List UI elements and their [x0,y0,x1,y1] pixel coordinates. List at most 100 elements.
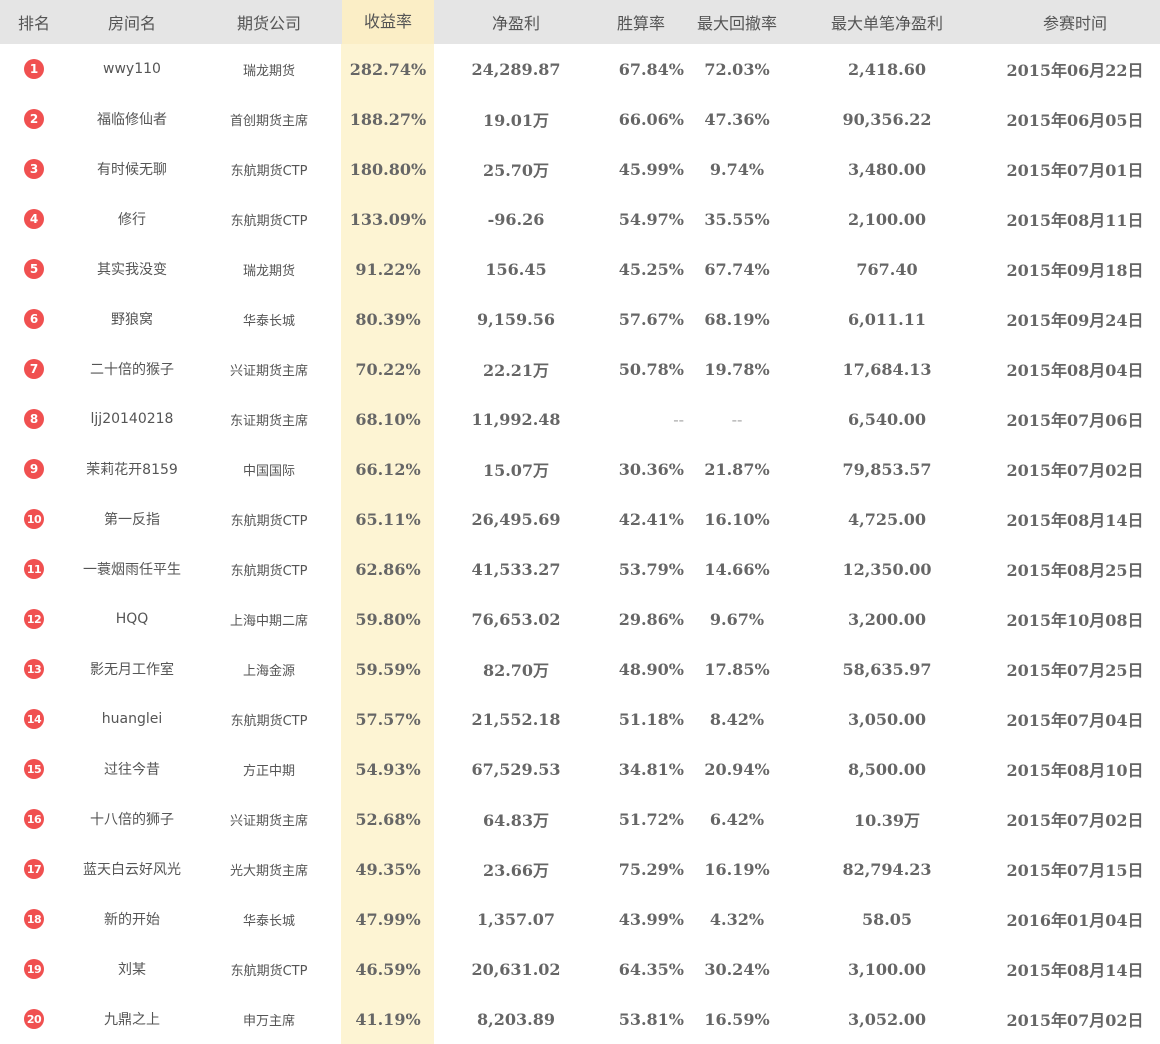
win-rate: -- [673,409,684,429]
table-row[interactable]: 10 第一反指 东航期货CTP 65.11% 26,495.69 42.41% 16.10%… [0,494,1160,544]
room-name: 新的开始 [104,912,160,928]
return-rate: 133.09% [349,209,427,229]
futures-company: 瑞龙期货 [242,63,295,79]
win-rate: 42.41% [618,509,684,529]
table-row[interactable]: 13 影无月工作室 上海金源 59.59% 82.70万 48.90% 17.85% 58,6… [0,644,1160,694]
win-rate: 53.79% [618,559,684,579]
table-row[interactable]: 18 新的开始 华泰长城 47.99% 1,357.07 43.99% 4.32% 58.05… [0,894,1160,944]
table-row[interactable]: 8 ljj20140218 东证期货主席 68.10% 11,992.48 -- -- 6,5… [0,394,1160,444]
header-max-single-profit[interactable]: 最大单笔净盈利 [784,10,990,34]
rank-badge: 15 [24,759,44,779]
rank-cell: 2 [0,109,68,129]
room-name: 福临修仙者 [97,112,167,128]
net-profit: 82.70万 [482,661,550,680]
net-profit: 15.07万 [482,461,550,480]
table-row[interactable]: 2 福临修仙者 首创期货主席 188.27% 19.01万 66.06% 47.36% 90,… [0,94,1160,144]
max-single-profit: 6,540.00 [848,409,926,429]
return-rate: 80.39% [355,309,421,329]
max-drawdown: 67.74% [704,259,770,279]
join-date: 2015年10月08日 [1006,611,1144,630]
max-drawdown: 20.94% [704,759,770,779]
rank-cell: 1 [0,59,68,79]
header-win-rate[interactable]: 胜算率 [598,10,690,34]
net-profit: 1,357.07 [477,909,555,929]
table-row[interactable]: 1 wwy110 瑞龙期货 282.74% 24,289.87 67.84% 72.03% 2… [0,44,1160,94]
table-row[interactable]: 6 野狼窝 华泰长城 80.39% 9,159.56 57.67% 68.19% 6,011.… [0,294,1160,344]
max-drawdown: 17.85% [704,659,770,679]
header-net-profit[interactable]: 净盈利 [434,10,598,34]
join-date: 2015年07月06日 [1006,411,1144,430]
header-company[interactable]: 期货公司 [196,10,342,34]
win-rate: 64.35% [618,959,684,979]
max-drawdown: -- [731,409,743,429]
table-row[interactable]: 20 九鼎之上 申万主席 41.19% 8,203.89 53.81% 16.59% 3,05… [0,994,1160,1044]
max-single-profit: 8,500.00 [848,759,926,779]
win-rate: 30.36% [618,459,684,479]
table-row[interactable]: 16 十八倍的狮子 兴证期货主席 52.68% 64.83万 51.72% 6.42% 10.… [0,794,1160,844]
max-single-profit: 12,350.00 [842,559,932,579]
return-rate: 41.19% [355,1009,421,1029]
rank-cell: 5 [0,259,68,279]
join-date: 2015年07月02日 [1006,1011,1144,1030]
table-row[interactable]: 19 刘某 东航期货CTP 46.59% 20,631.02 64.35% 30.24% 3,… [0,944,1160,994]
room-name: huanglei [101,711,163,727]
max-drawdown: 9.67% [709,609,765,629]
room-name: 九鼎之上 [104,1012,160,1028]
join-date: 2015年08月25日 [1006,561,1144,580]
join-date: 2015年07月04日 [1006,711,1144,730]
max-drawdown: 8.42% [709,709,765,729]
futures-company: 光大期货主席 [229,863,308,879]
header-join-date[interactable]: 参赛时间 [990,10,1160,34]
join-date: 2015年07月02日 [1006,811,1144,830]
header-return-rate[interactable]: 收益率 [342,0,434,44]
net-profit: 21,552.18 [471,709,561,729]
header-rank[interactable]: 排名 [0,10,68,34]
futures-company: 东航期货CTP [230,213,308,229]
win-rate: 29.86% [618,609,684,629]
return-rate: 68.10% [355,409,421,429]
table-row[interactable]: 4 修行 东航期货CTP 133.09% -96.26 54.97% 35.55% 2,100… [0,194,1160,244]
return-rate: 59.59% [355,659,421,679]
table-row[interactable]: 9 茉莉花开8159 中国国际 66.12% 15.07万 30.36% 21.87% 79,… [0,444,1160,494]
rank-badge: 6 [24,309,44,329]
table-row[interactable]: 14 huanglei 东航期货CTP 57.57% 21,552.18 51.18% 8.… [0,694,1160,744]
room-name: 影无月工作室 [90,662,174,678]
net-profit: 67,529.53 [471,759,561,779]
table-row[interactable]: 5 其实我没变 瑞龙期货 91.22% 156.45 45.25% 67.74% 767.40… [0,244,1160,294]
max-single-profit: 3,480.00 [848,159,926,179]
table-row[interactable]: 7 二十倍的猴子 兴证期货主席 70.22% 22.21万 50.78% 19.78% 17,… [0,344,1160,394]
rank-badge: 19 [24,959,44,979]
table-row[interactable]: 12 HQQ 上海中期二席 59.80% 76,653.02 29.86% 9.67% 3,2… [0,594,1160,644]
win-rate: 50.78% [618,359,684,379]
table-row[interactable]: 17 蓝天白云好风光 光大期货主席 49.35% 23.66万 75.29% 16.19% 8… [0,844,1160,894]
max-drawdown: 19.78% [704,359,770,379]
table-row[interactable]: 3 有时候无聊 东航期货CTP 180.80% 25.70万 45.99% 9.74% 3,4… [0,144,1160,194]
join-date: 2015年07月02日 [1006,461,1144,480]
join-date: 2015年07月01日 [1006,161,1144,180]
header-room-name[interactable]: 房间名 [68,10,196,34]
room-name: 蓝天白云好风光 [83,862,181,878]
win-rate: 51.72% [618,809,684,829]
rank-cell: 9 [0,459,68,479]
max-drawdown: 16.10% [704,509,770,529]
max-drawdown: 72.03% [704,59,770,79]
net-profit: 64.83万 [482,811,550,830]
futures-company: 东证期货主席 [229,413,308,429]
win-rate: 54.97% [618,209,684,229]
table-row[interactable]: 15 过往今昔 方正中期 54.93% 67,529.53 34.81% 20.94% 8,5… [0,744,1160,794]
rank-badge: 14 [24,709,44,729]
max-single-profit: 6,011.11 [848,309,926,329]
rank-badge: 1 [24,59,44,79]
net-profit: 24,289.87 [471,59,561,79]
net-profit: 23.66万 [482,861,550,880]
rank-cell: 12 [0,609,68,629]
table-row[interactable]: 11 一蓑烟雨任平生 东航期货CTP 62.86% 41,533.27 53.79% 14.… [0,544,1160,594]
header-max-drawdown[interactable]: 最大回撤率 [690,10,784,34]
room-name: 修行 [118,212,146,228]
rank-cell: 14 [0,709,68,729]
table-header: 排名 房间名 期货公司 收益率 净盈利 胜算率 最大回撤率 最大单笔净盈利 参赛… [0,0,1160,44]
return-rate: 54.93% [355,759,421,779]
max-single-profit: 90,356.22 [842,109,932,129]
net-profit: 26,495.69 [471,509,561,529]
futures-company: 申万主席 [242,1013,295,1029]
